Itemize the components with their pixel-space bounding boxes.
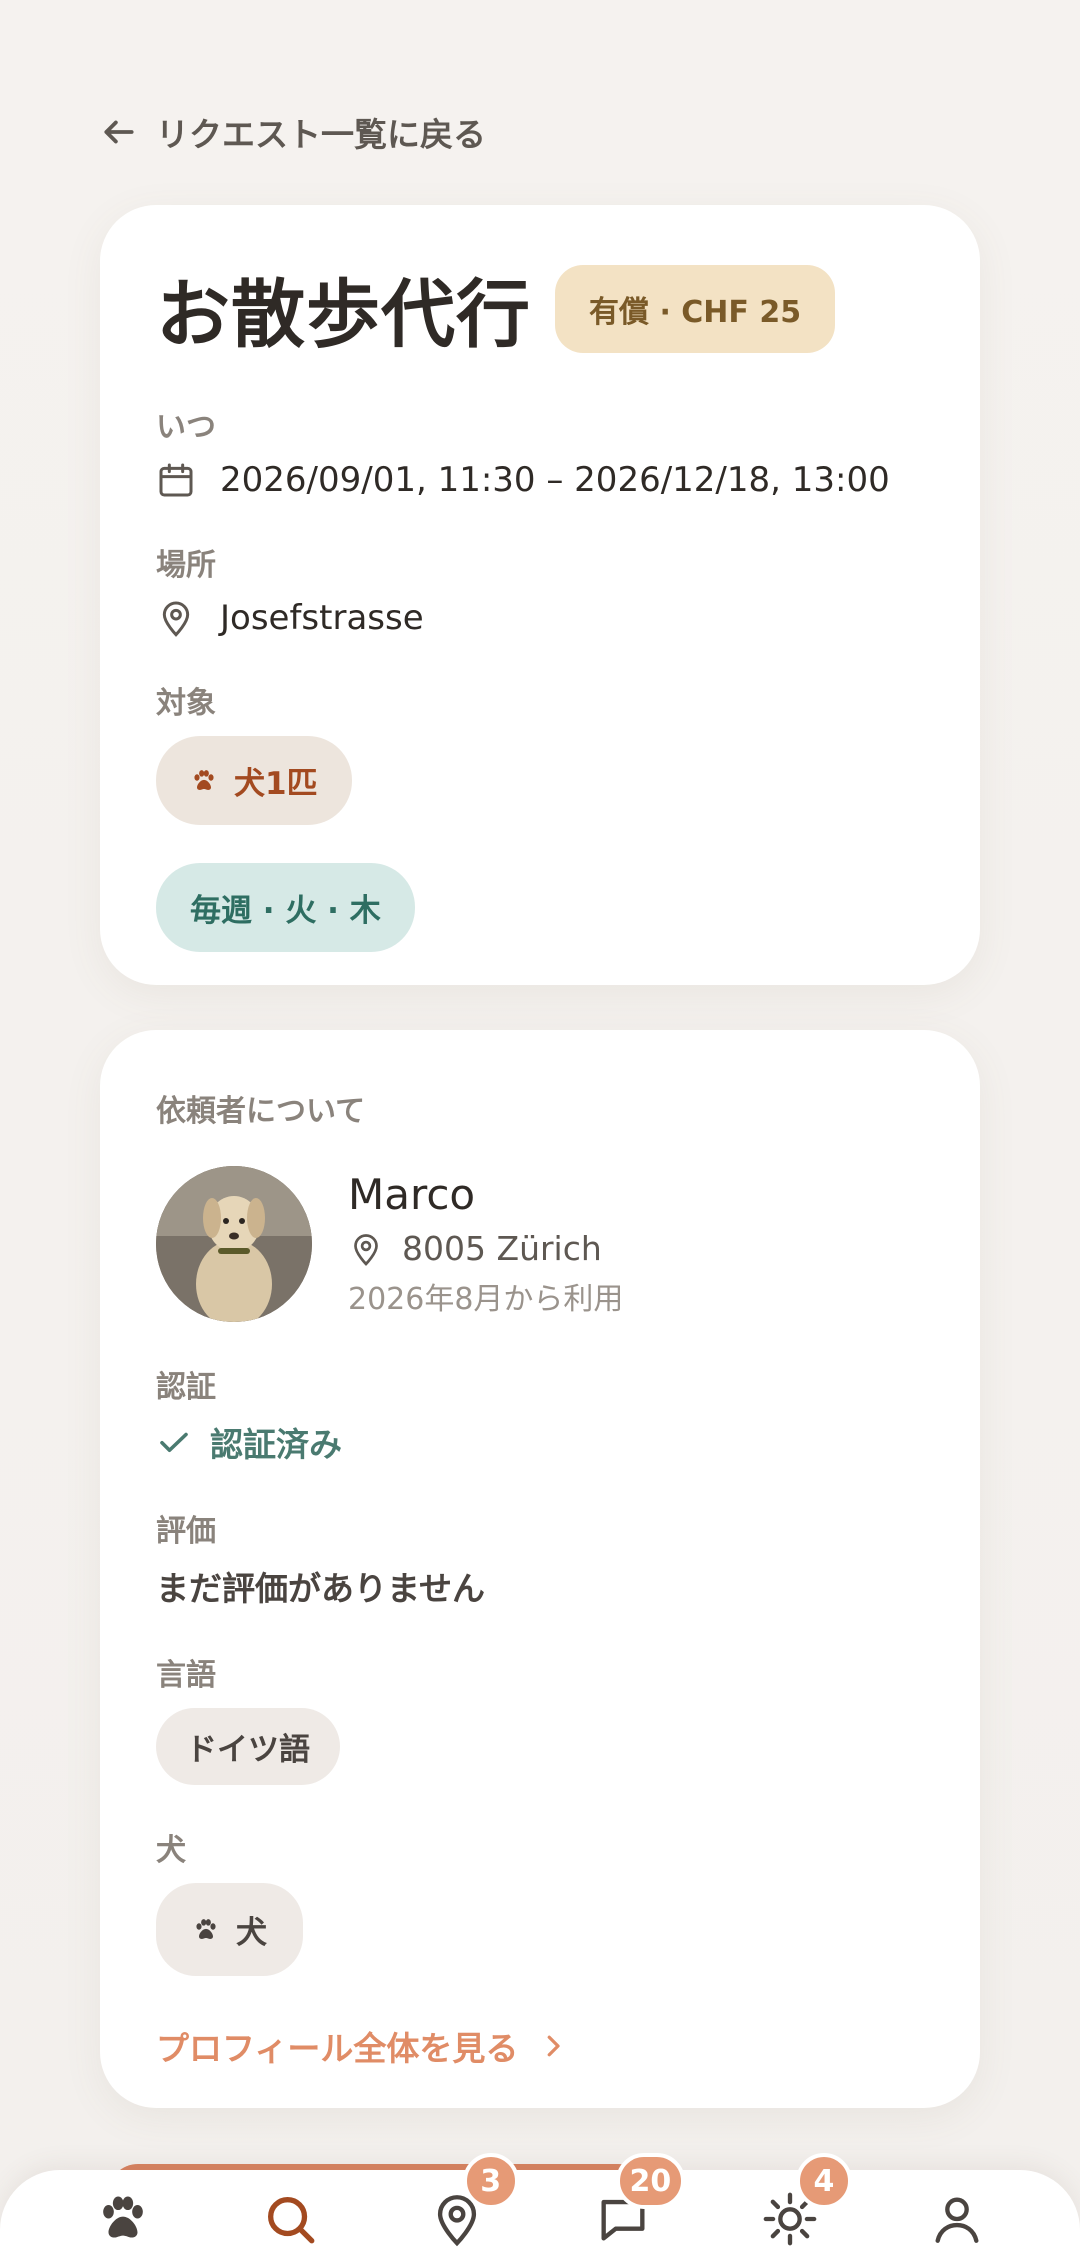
when-value: 2026/09/01, 11:30 – 2026/12/18, 13:00 xyxy=(220,460,890,500)
dogs-chip: 犬 xyxy=(156,1883,303,1976)
tab-profile[interactable] xyxy=(917,2179,997,2259)
when-label: いつ xyxy=(156,410,216,445)
where-label: 場所 xyxy=(156,548,216,583)
host-section-title: 依頼者について xyxy=(156,1094,366,1129)
host-member-since: 2026年8月から利用 xyxy=(348,1282,624,1317)
tab-activity[interactable]: 4 xyxy=(750,2153,852,2259)
paw-icon xyxy=(103,2196,144,2238)
messages-badge: 20 xyxy=(615,2153,686,2209)
location-pin-icon xyxy=(162,601,190,637)
bottom-tab-bar: 3 20 4 xyxy=(0,2153,1080,2268)
host-info-row: Marco 8005 Zürich 2026年8月から利用 xyxy=(156,1166,924,1322)
activity-badge: 4 xyxy=(795,2153,852,2209)
back-to-requests-link[interactable]: リクエスト一覧に戻る xyxy=(100,108,486,156)
host-card: 依頼者について Marco 8005 Zürich 2026年8月から利用 認証… xyxy=(100,1030,980,2108)
verification-row: 認証済み xyxy=(156,1418,924,1466)
price-badge: 有償 · CHF 25 xyxy=(555,264,836,353)
map-badge: 3 xyxy=(462,2153,519,2209)
avatar xyxy=(156,1166,312,1322)
title-row: お散歩代行 有償 · CHF 25 xyxy=(156,255,924,362)
tab-messages[interactable]: 20 xyxy=(583,2153,686,2259)
rating-value: まだ評価がありません xyxy=(156,1569,486,1608)
target-value: 犬1匹 xyxy=(234,766,318,802)
request-card: お散歩代行 有償 · CHF 25 いつ 2026/09/01, 11:30 –… xyxy=(100,205,980,985)
request-title: お散歩代行 xyxy=(156,272,531,358)
paw-icon xyxy=(194,769,214,790)
target-pill: 犬1匹 xyxy=(156,736,352,825)
language-chip: ドイツ語 xyxy=(156,1708,340,1785)
page: リクエスト一覧に戻る お散歩代行 有償 · CHF 25 いつ 2026/09/… xyxy=(0,0,1080,2268)
tab-map[interactable]: 3 xyxy=(417,2153,519,2259)
dogs-value: 犬 xyxy=(236,1915,267,1951)
location-pin-icon xyxy=(354,1233,378,1266)
host-location: 8005 Zürich xyxy=(402,1229,602,1268)
chevron-right-icon xyxy=(547,2035,560,2057)
dog-photo-icon xyxy=(156,1166,312,1322)
arrow-left-icon xyxy=(104,120,134,144)
host-name: Marco xyxy=(348,1170,476,1219)
search-icon xyxy=(267,2197,315,2244)
verification-label: 認証 xyxy=(156,1370,216,1405)
language-label: 言語 xyxy=(156,1658,216,1693)
schedule-pill: 毎週 · 火 · 木 xyxy=(156,863,415,952)
profile-link-label: プロフィール全体を見る xyxy=(156,2029,519,2068)
when-row: 2026/09/01, 11:30 – 2026/12/18, 13:00 xyxy=(156,460,924,500)
view-full-profile-link[interactable]: プロフィール全体を見る xyxy=(156,2022,924,2070)
where-value: Josefstrasse xyxy=(220,598,424,638)
verification-value: 認証済み xyxy=(210,1425,342,1464)
host-details: Marco 8005 Zürich 2026年8月から利用 xyxy=(348,1170,623,1318)
language-value: ドイツ語 xyxy=(186,1732,310,1768)
calendar-icon xyxy=(159,463,193,497)
target-label: 対象 xyxy=(156,686,216,721)
back-label: リクエスト一覧に戻る xyxy=(156,115,486,154)
tab-home[interactable] xyxy=(83,2179,163,2259)
host-location-row: 8005 Zürich xyxy=(348,1229,623,1268)
where-row: Josefstrasse xyxy=(156,598,924,638)
tab-search[interactable] xyxy=(250,2179,330,2259)
checkmark-icon xyxy=(160,1432,188,1453)
rating-label: 評価 xyxy=(156,1514,216,1549)
paw-icon xyxy=(196,1918,216,1939)
dogs-label: 犬 xyxy=(156,1833,186,1868)
profile-icon xyxy=(935,2197,979,2243)
